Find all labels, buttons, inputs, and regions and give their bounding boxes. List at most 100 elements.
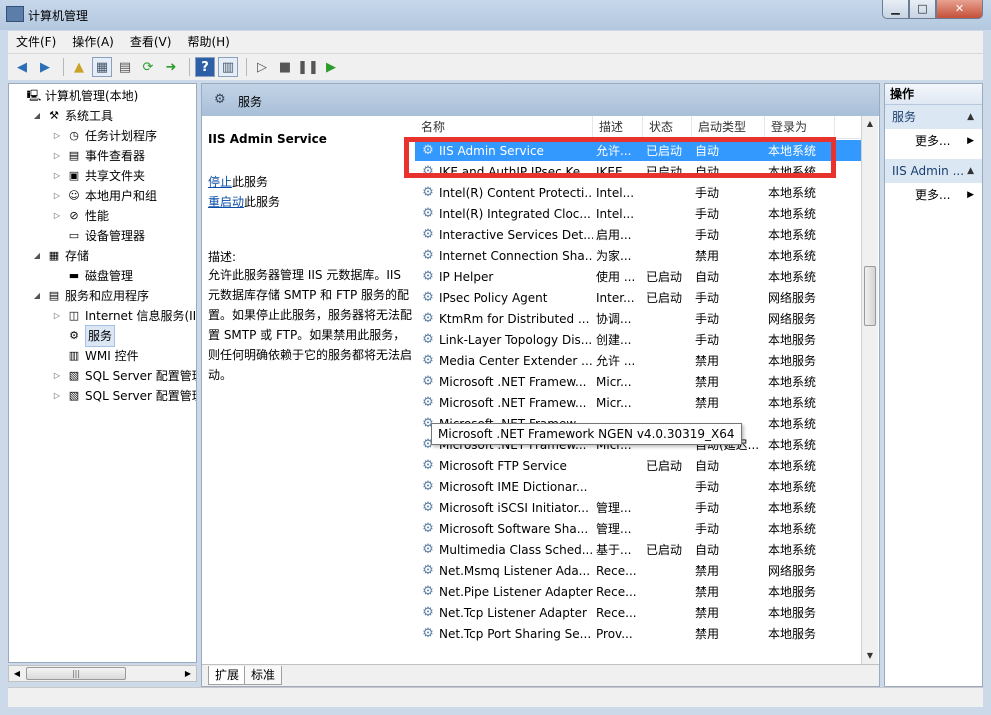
menu-file[interactable]: 文件(F) — [8, 31, 64, 53]
more-label: 更多... — [915, 188, 951, 202]
restart-service-link[interactable]: 重启动 — [208, 195, 244, 209]
show-tree-icon[interactable]: ▦ — [92, 57, 112, 77]
column-logon-as[interactable]: 登录为 — [765, 116, 835, 139]
tree-item[interactable]: ◢ ⚒ 系统工具 — [31, 106, 113, 126]
expand-arrow-icon[interactable]: ▷ — [51, 146, 63, 166]
tab-extended[interactable]: 扩展 — [208, 666, 247, 685]
service-row[interactable]: ⚙ Microsoft .NET Framew... Micr... 禁用 本地系统 — [415, 392, 865, 413]
tree-item[interactable]: ▷ ▧ SQL Server 配置管理器 — [51, 366, 196, 386]
service-row[interactable]: ⚙ Net.Msmq Listener Ada... Rece... 禁用 网络服务 — [415, 560, 865, 581]
scroll-right-icon[interactable]: ▶ — [180, 666, 196, 681]
tree-horizontal-scrollbar[interactable]: ◀ ||| ▶ — [8, 665, 197, 682]
tree-item[interactable]: ▷ ⊘ 性能 — [51, 206, 109, 226]
stop-service-link[interactable]: 停止 — [208, 175, 232, 189]
tree-item[interactable]: ▷ ◷ 任务计划程序 — [51, 126, 157, 146]
service-row[interactable]: ⚙ Interactive Services Det... 启用... 手动 本地系统 — [415, 224, 865, 245]
tree-item[interactable]: ▷ ▤ 事件查看器 — [51, 146, 145, 166]
column-name[interactable]: 名称 — [415, 116, 593, 139]
tree-item-label: WMI 控件 — [85, 349, 139, 363]
tree-item[interactable]: ▷ ◫ Internet 信息服务(IIS)管 — [51, 306, 196, 326]
service-row[interactable]: ⚙ Internet Connection Sha... 为家... 禁用 本地系统 — [415, 245, 865, 266]
collapse-icon[interactable]: ▲ — [967, 105, 974, 129]
properties-icon[interactable]: ▤ — [115, 57, 135, 77]
tree-item[interactable]: ▷ ▧ SQL Server 配置管理器 — [51, 386, 196, 406]
service-row[interactable]: ⚙ Microsoft iSCSI Initiator... 管理... 手动 本地系统 — [415, 497, 865, 518]
service-row[interactable]: ⚙ Microsoft FTP Service 已启动 自动 本地系统 — [415, 455, 865, 476]
section-label: IIS Admin ... — [892, 164, 965, 178]
service-row[interactable]: ⚙ Intel(R) Integrated Cloc... Intel... 手动 本地… — [415, 203, 865, 224]
tree-item[interactable]: ▥ WMI 控件 — [51, 346, 139, 366]
column-status[interactable]: 状态 — [643, 116, 692, 139]
service-row[interactable]: ⚙ Net.Tcp Port Sharing Se... Prov... 禁用 本地服务 — [415, 623, 865, 644]
scroll-thumb[interactable] — [864, 266, 876, 326]
service-row[interactable]: ⚙ KtmRm for Distributed ... 协调... 手动 网络服务 — [415, 308, 865, 329]
menu-action[interactable]: 操作(A) — [64, 31, 122, 53]
expand-arrow-icon[interactable]: ▷ — [51, 166, 63, 186]
pause-service-icon[interactable]: ❚❚ — [297, 57, 319, 77]
scroll-up-icon[interactable]: ▲ — [862, 116, 878, 132]
tree-item[interactable]: ▷ ▣ 共享文件夹 — [51, 166, 145, 186]
service-row[interactable]: ⚙ Multimedia Class Sched... 基于... 已启动 自动 本地系统 — [415, 539, 865, 560]
tab-standard[interactable]: 标准 — [244, 666, 283, 685]
menu-help[interactable]: 帮助(H) — [179, 31, 237, 53]
column-description[interactable]: 描述 — [593, 116, 643, 139]
service-row[interactable]: ⚙ IPsec Policy Agent Inter... 已启动 手动 网络服务 — [415, 287, 865, 308]
service-row[interactable]: ⚙ Media Center Extender ... 允许 ... 禁用 本地服务 — [415, 350, 865, 371]
restart-service-icon[interactable]: ▶ — [321, 57, 341, 77]
service-row[interactable]: ⚙ Net.Pipe Listener Adapter Rece... 禁用 本地服务 — [415, 581, 865, 602]
service-row[interactable]: ⚙ IP Helper 使用 ... 已启动 自动 本地系统 — [415, 266, 865, 287]
expand-arrow-icon[interactable]: ▷ — [51, 186, 63, 206]
actions-section-selected-service[interactable]: IIS Admin ... ▲ — [885, 159, 982, 183]
device-manager-icon: ▭ — [68, 229, 80, 242]
service-row[interactable]: ⚙ Link-Layer Topology Dis... 创建... 手动 本地服务 — [415, 329, 865, 350]
tree-item[interactable]: ▬ 磁盘管理 — [51, 266, 133, 286]
service-logon: 本地系统 — [768, 249, 817, 263]
service-startup: 手动 — [695, 333, 720, 347]
tree-item[interactable]: ▷ ☺ 本地用户和组 — [51, 186, 157, 206]
expand-arrow-icon[interactable]: ▷ — [51, 386, 63, 406]
expand-arrow-icon[interactable]: ◢ — [31, 246, 43, 266]
tree-item[interactable]: ◢ ▦ 存储 — [31, 246, 89, 266]
more-actions-services[interactable]: 更多... ▶ — [885, 129, 982, 153]
scroll-thumb[interactable]: ||| — [26, 667, 126, 680]
column-startup-type[interactable]: 启动类型 — [692, 116, 765, 139]
help-icon[interactable]: ? — [195, 57, 215, 77]
stop-service-icon[interactable]: ■ — [275, 57, 295, 77]
tree-item[interactable]: ▭ 设备管理器 — [51, 226, 145, 246]
service-row[interactable]: ⚙ Intel(R) Content Protecti... Intel... 手动 本… — [415, 182, 865, 203]
action-pane-icon[interactable]: ▥ — [218, 57, 238, 77]
scroll-left-icon[interactable]: ◀ — [9, 666, 25, 681]
scroll-down-icon[interactable]: ▼ — [862, 648, 878, 664]
expand-arrow-icon[interactable]: ▷ — [51, 206, 63, 226]
expand-arrow-icon[interactable]: ◢ — [31, 286, 43, 306]
close-button[interactable]: ✕ — [936, 0, 983, 19]
expand-arrow-icon[interactable]: ▷ — [51, 306, 63, 326]
refresh-icon[interactable]: ⟳ — [138, 57, 158, 77]
up-folder-icon[interactable]: ▲ — [69, 57, 89, 77]
service-row[interactable]: ⚙ Microsoft IME Dictionar... 手动 本地系统 — [415, 476, 865, 497]
service-desc: 管理... — [596, 501, 632, 515]
minimize-button[interactable]: ▁ — [882, 0, 909, 19]
service-row[interactable]: ⚙ Microsoft .NET Framew... Micr... 禁用 本地系统 — [415, 371, 865, 392]
actions-section-services[interactable]: 服务 ▲ — [885, 105, 982, 129]
list-vertical-scrollbar[interactable]: ▲ ▼ — [861, 116, 878, 664]
computer-icon: 🖳 — [26, 89, 42, 102]
expand-arrow-icon[interactable]: ▷ — [51, 366, 63, 386]
tree-item[interactable]: ⚙ 服务 — [51, 325, 116, 347]
service-name: Net.Tcp Listener Adapter — [439, 605, 587, 620]
collapse-icon[interactable]: ▲ — [967, 159, 974, 183]
start-service-icon[interactable]: ▷ — [252, 57, 272, 77]
tree-item[interactable]: 🖳 计算机管理(本地) — [11, 86, 139, 106]
service-row[interactable]: ⚙ Microsoft Software Sha... 管理... 手动 本地系统 — [415, 518, 865, 539]
maximize-button[interactable]: □ — [909, 0, 936, 19]
back-arrow-icon[interactable]: ◀ — [12, 57, 32, 77]
expand-arrow-icon[interactable]: ◢ — [31, 106, 43, 126]
tree-item[interactable]: ◢ ▤ 服务和应用程序 — [31, 286, 149, 306]
more-actions-selected[interactable]: 更多... ▶ — [885, 183, 982, 207]
service-row[interactable]: ⚙ Net.Tcp Listener Adapter Rece... 禁用 本地服务 — [415, 602, 865, 623]
expand-arrow-icon[interactable]: ▷ — [51, 126, 63, 146]
service-detail: IIS Admin Service 停止此服务 重启动此服务 描述: 允许此服务… — [202, 116, 412, 664]
forward-arrow-icon[interactable]: ▶ — [35, 57, 55, 77]
export-list-icon[interactable]: ➜ — [161, 57, 181, 77]
menu-view[interactable]: 查看(V) — [122, 31, 180, 53]
